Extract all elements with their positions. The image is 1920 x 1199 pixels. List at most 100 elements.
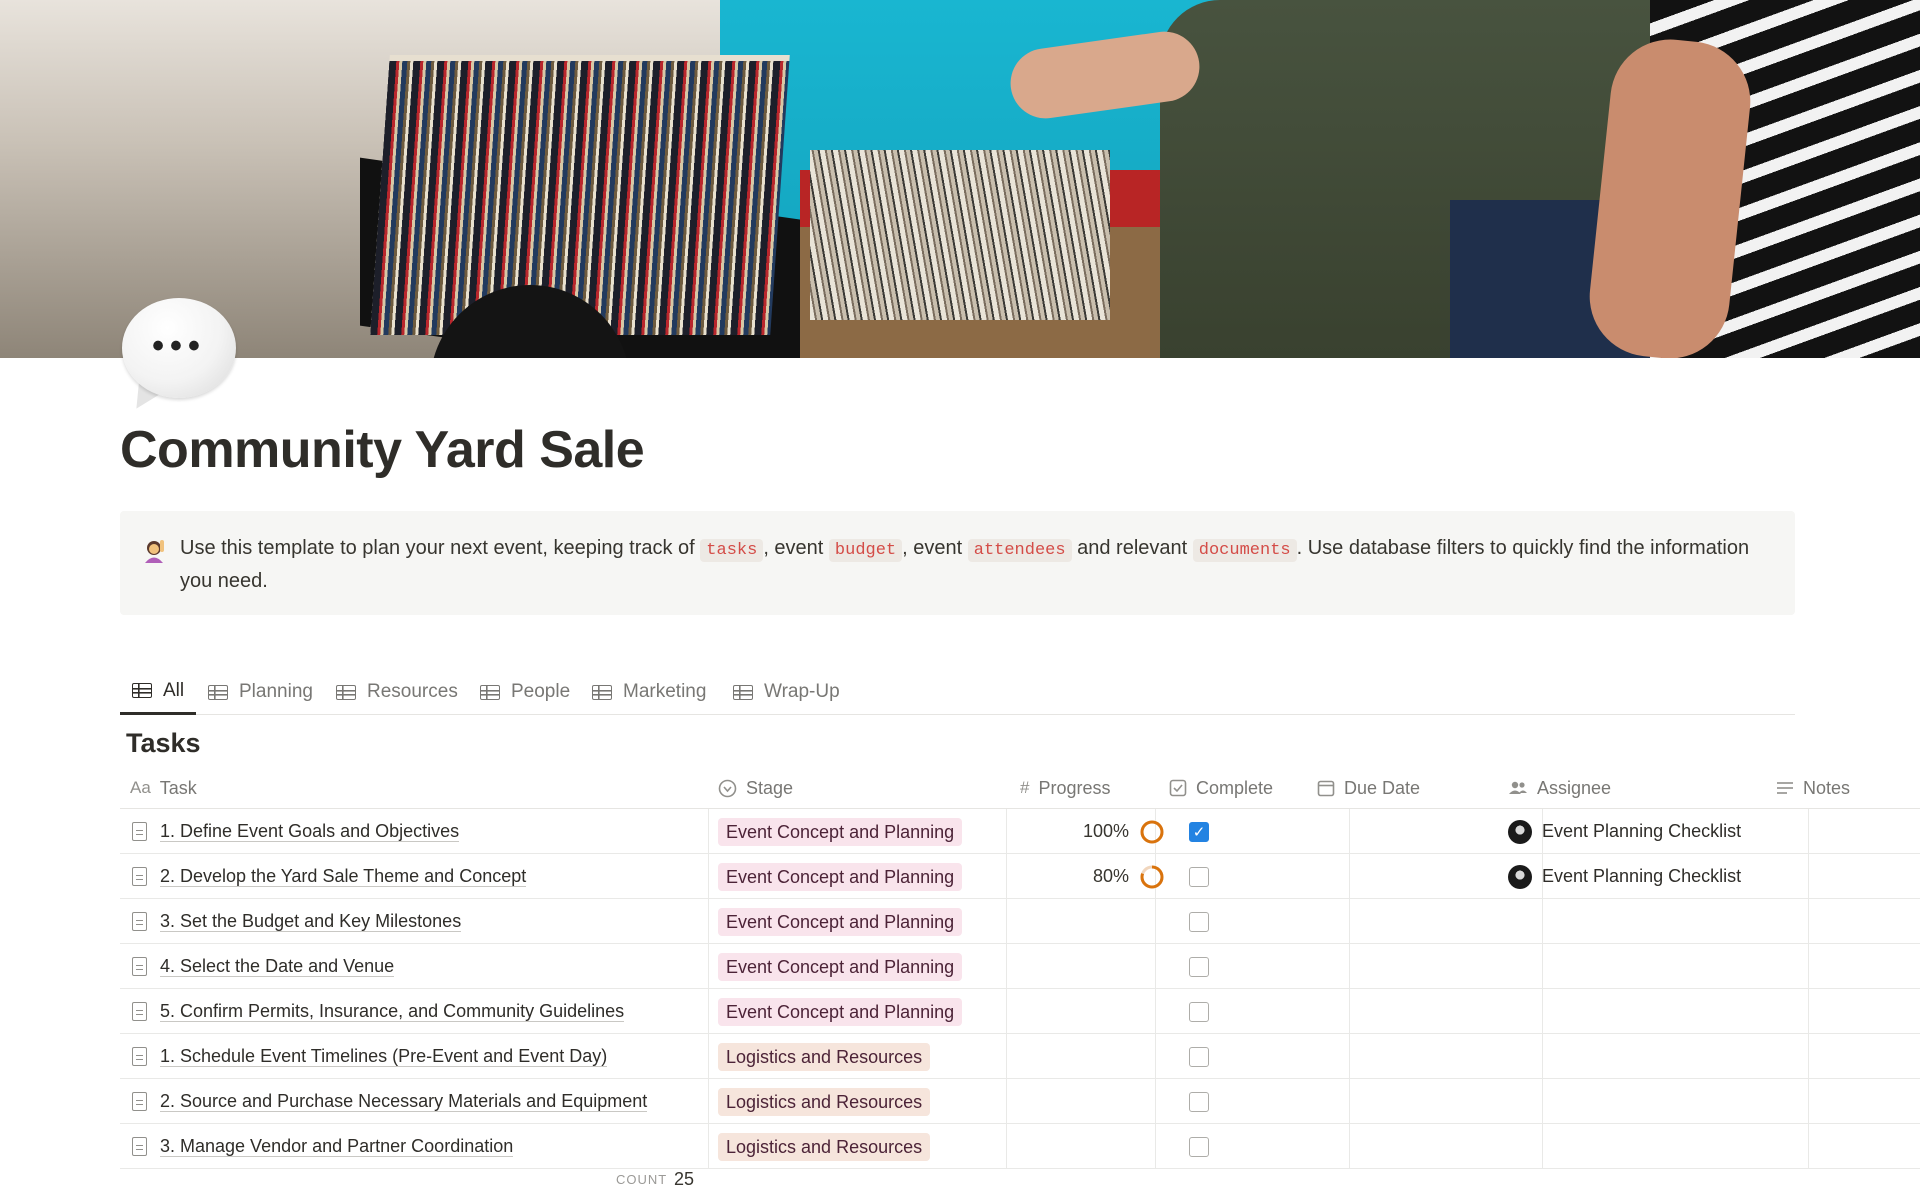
task-title[interactable]: 2. Develop the Yard Sale Theme and Conce… [160,866,527,887]
page-icon [132,867,147,886]
table-row[interactable]: 1. Schedule Event Timelines (Pre-Event a… [120,1034,1920,1079]
task-title[interactable]: 1. Define Event Goals and Objectives [160,821,460,842]
page-title[interactable]: Community Yard Sale [120,420,645,480]
assignee-cell[interactable]: Event Planning Checklist [1508,854,1778,899]
table-row[interactable]: 4. Select the Date and Venue Event Concep… [120,944,1920,989]
column-divider [708,1034,709,1078]
notes-cell[interactable] [1808,854,1920,899]
progress-cell[interactable]: 80% [1020,854,1165,899]
task-cell[interactable]: 2. Develop the Yard Sale Theme and Conce… [132,854,707,899]
column-header-notes[interactable]: Notes [1776,767,1850,809]
notes-cell[interactable] [1808,899,1920,944]
notes-cell[interactable] [1808,1034,1920,1079]
assignee-cell[interactable] [1508,899,1778,944]
column-header-assignee[interactable]: Assignee [1508,767,1611,809]
stage-cell[interactable]: Event Concept and Planning [718,809,1018,854]
table-row[interactable]: 3. Set the Budget and Key Milestones Even… [120,899,1920,944]
progress-cell[interactable] [1020,989,1165,1034]
column-header-complete[interactable]: Complete [1169,767,1273,809]
table-row[interactable]: 2. Source and Purchase Necessary Materia… [120,1079,1920,1124]
stage-cell[interactable]: Event Concept and Planning [718,944,1018,989]
complete-checkbox[interactable]: ✓ [1189,821,1209,842]
complete-checkbox[interactable] [1189,1136,1209,1157]
notes-cell[interactable] [1808,944,1920,989]
progress-cell[interactable] [1020,1034,1165,1079]
table-icon [132,683,152,698]
assignee-cell[interactable] [1508,1124,1778,1169]
column-header-task[interactable]: Aa Task [130,767,197,809]
progress-cell[interactable] [1020,1079,1165,1124]
tab-label: People [511,681,571,702]
table-icon [208,684,228,700]
stage-tag: Logistics and Resources [718,1132,931,1161]
table-row[interactable]: 2. Develop the Yard Sale Theme and Conce… [120,854,1920,899]
assignee-cell[interactable] [1508,944,1778,989]
complete-checkbox[interactable] [1189,866,1209,887]
task-title[interactable]: 1. Schedule Event Timelines (Pre-Event a… [160,1046,608,1067]
notes-cell[interactable] [1808,1079,1920,1124]
table-row[interactable]: 3. Manage Vendor and Partner Coordinatio… [120,1124,1920,1169]
inline-code-budget: budget [828,539,903,562]
task-title[interactable]: 3. Manage Vendor and Partner Coordinatio… [160,1136,514,1157]
task-cell[interactable]: 5. Confirm Permits, Insurance, and Commu… [132,989,707,1034]
complete-checkbox[interactable] [1189,956,1209,977]
assignee-cell[interactable] [1508,1079,1778,1124]
speech-balloon-icon[interactable]: ••• [118,296,240,418]
task-cell[interactable]: 3. Manage Vendor and Partner Coordinatio… [132,1124,707,1169]
stage-cell[interactable]: Event Concept and Planning [718,854,1018,899]
progress-cell[interactable]: 100% [1020,809,1165,854]
database-title[interactable]: Tasks [126,728,201,759]
tab-wrap-up[interactable]: Wrap-Up [733,669,840,715]
task-title[interactable]: 3. Set the Budget and Key Milestones [160,911,462,932]
complete-checkbox[interactable] [1189,1091,1209,1112]
column-header-stage[interactable]: Stage [718,767,793,809]
column-header-progress[interactable]: # Progress [1020,767,1111,809]
cover-image[interactable] [0,0,1920,358]
complete-checkbox[interactable] [1189,1001,1209,1022]
task-title[interactable]: 2. Source and Purchase Necessary Materia… [160,1091,648,1112]
task-cell[interactable]: 3. Set the Budget and Key Milestones [132,899,707,944]
notes-cell[interactable] [1808,809,1920,854]
progress-cell[interactable] [1020,944,1165,989]
callout-block[interactable]: Use this template to plan your next even… [120,511,1795,615]
progress-cell[interactable] [1020,899,1165,944]
page-icon [132,1002,147,1021]
stage-tag: Event Concept and Planning [718,907,963,936]
task-cell[interactable]: 4. Select the Date and Venue [132,944,707,989]
tab-marketing[interactable]: Marketing [592,669,706,715]
assignee-cell[interactable] [1508,989,1778,1034]
stage-cell[interactable]: Logistics and Resources [718,1034,1018,1079]
complete-cell [1169,1079,1359,1124]
tab-people[interactable]: People [480,669,570,715]
count-value[interactable]: 25 [674,1169,694,1190]
task-title[interactable]: 4. Select the Date and Venue [160,956,395,977]
avatar [1508,819,1532,844]
stage-cell[interactable]: Logistics and Resources [718,1079,1018,1124]
page-icon [132,822,147,841]
checkbox-icon [1169,779,1187,797]
notes-cell[interactable] [1808,989,1920,1034]
complete-checkbox[interactable] [1189,911,1209,932]
task-cell[interactable]: 1. Schedule Event Timelines (Pre-Event a… [132,1034,707,1079]
table-row[interactable]: 5. Confirm Permits, Insurance, and Commu… [120,989,1920,1034]
complete-checkbox[interactable] [1189,1046,1209,1067]
cover-record-sleeves [810,150,1110,320]
stage-cell[interactable]: Event Concept and Planning [718,989,1018,1034]
column-header-due-date[interactable]: Due Date [1317,767,1420,809]
stage-cell[interactable]: Event Concept and Planning [718,899,1018,944]
table-row[interactable]: 1. Define Event Goals and Objectives Even… [120,809,1920,854]
task-cell[interactable]: 2. Source and Purchase Necessary Materia… [132,1079,707,1124]
tab-planning[interactable]: Planning [208,669,313,715]
tab-resources[interactable]: Resources [336,669,458,715]
tab-all[interactable]: All [120,669,197,715]
progress-cell[interactable] [1020,1124,1165,1169]
inline-code-tasks: tasks [700,539,764,562]
assignee-cell[interactable]: Event Planning Checklist [1508,809,1778,854]
column-divider [708,944,709,988]
task-cell[interactable]: 1. Define Event Goals and Objectives [132,809,707,854]
inline-code-attendees: attendees [967,539,1072,562]
assignee-cell[interactable] [1508,1034,1778,1079]
notes-cell[interactable] [1808,1124,1920,1169]
stage-cell[interactable]: Logistics and Resources [718,1124,1018,1169]
task-title[interactable]: 5. Confirm Permits, Insurance, and Commu… [160,1001,625,1022]
